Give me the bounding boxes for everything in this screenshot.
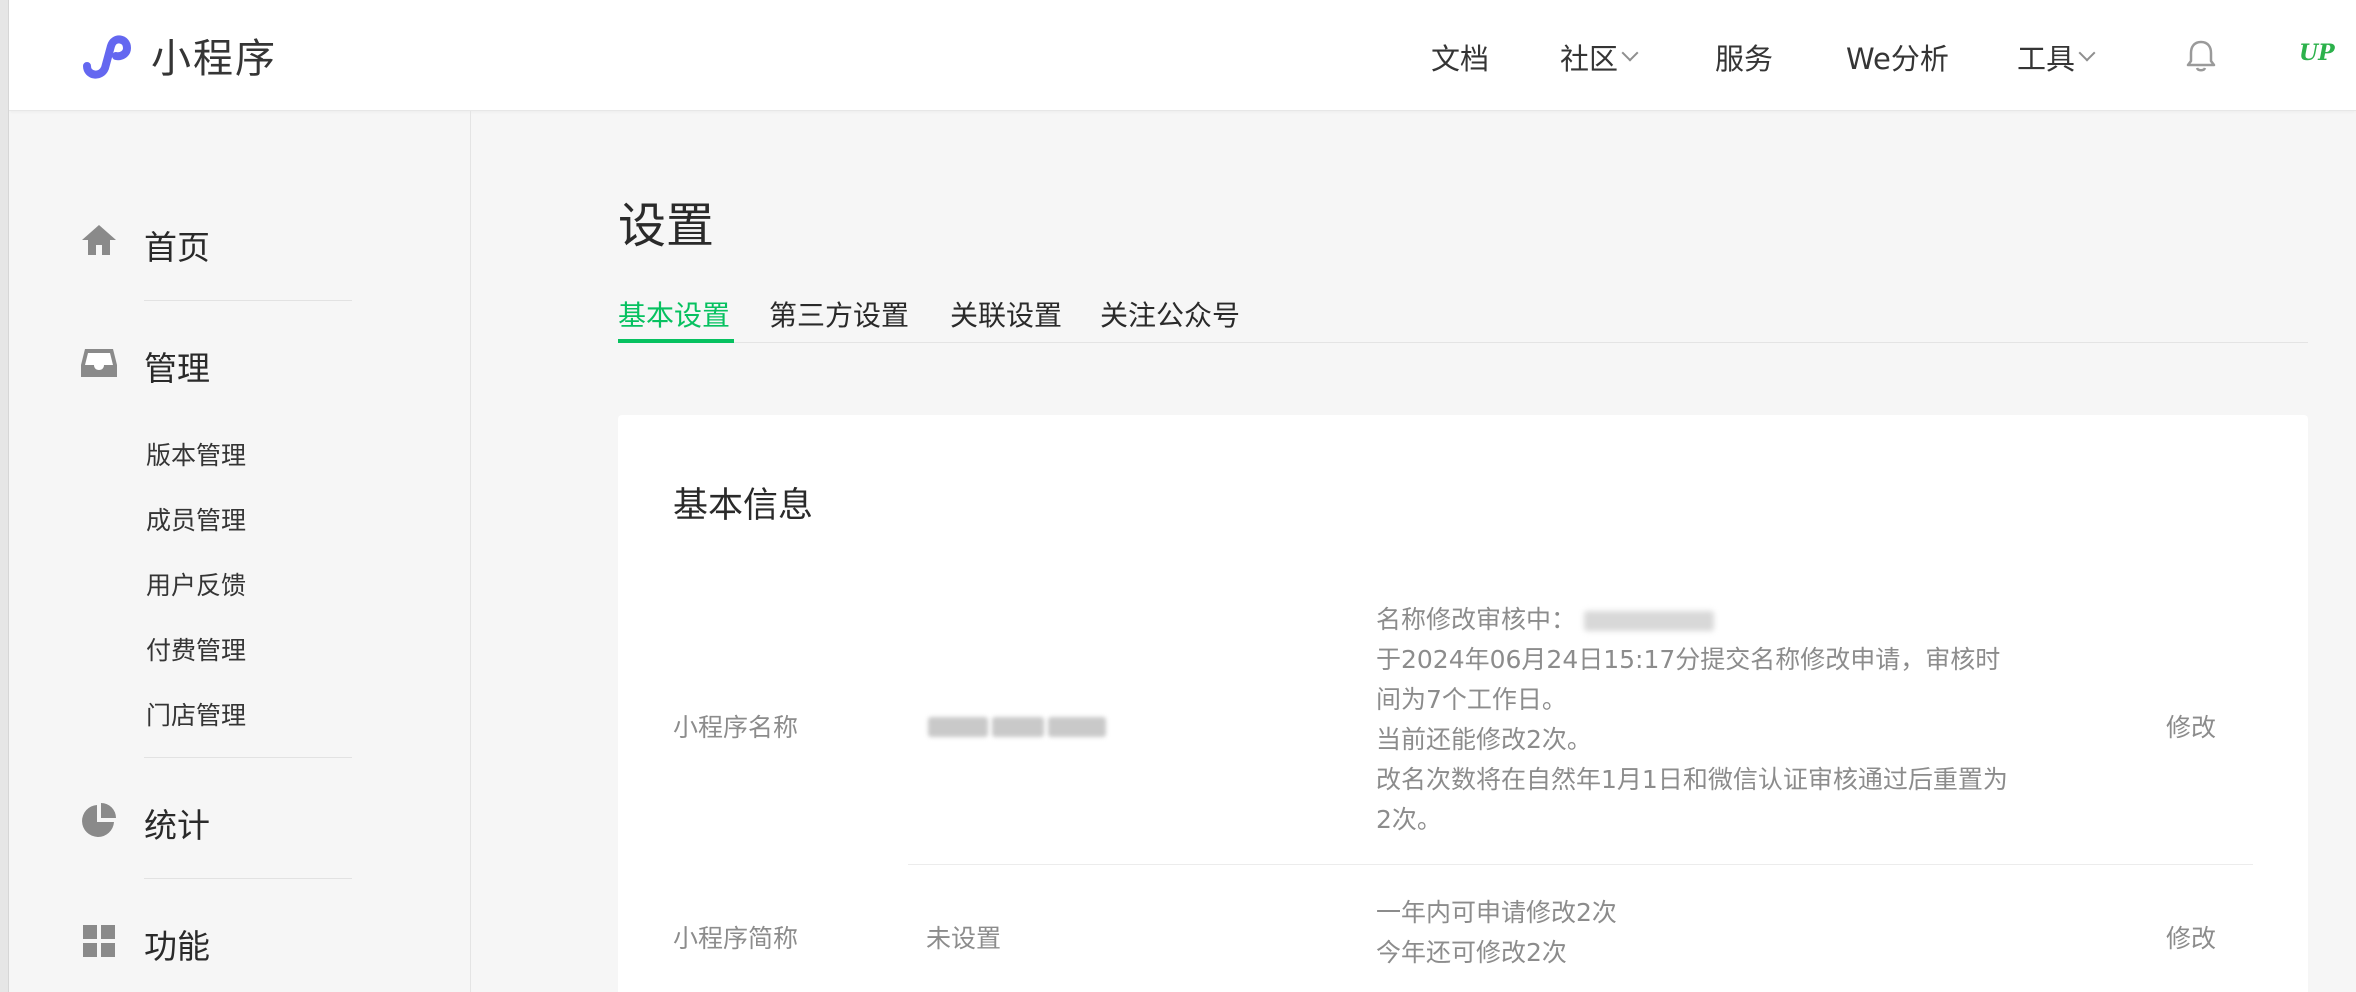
sidebar-item-home[interactable]: 首页 — [144, 221, 210, 269]
desc-line: 于2024年06月24日15:17分提交名称修改申请，审核时 — [1376, 645, 2001, 674]
nav-tools-label: 工具 — [2017, 42, 2076, 76]
avatar[interactable]: UP — [2299, 40, 2343, 72]
tab-basic-settings[interactable]: 基本设置 — [618, 294, 730, 334]
inbox-icon — [81, 349, 117, 377]
sidebar-divider — [144, 878, 352, 879]
row-label-short-name: 小程序简称 — [673, 924, 799, 953]
desc-line: 名称修改审核中： — [1376, 600, 2016, 640]
sidebar: 首页 管理 版本管理 成员管理 用户反馈 付费管理 门店管理 统计 功能 — [9, 111, 471, 992]
desc-line: 间为7个工作日。 — [1376, 685, 1567, 714]
bell-icon[interactable] — [2181, 36, 2221, 76]
nav-services[interactable]: 服务 — [1715, 36, 1773, 78]
top-navigation-bar: 小程序 文档 社区 服务 We分析 工具 UP — [9, 0, 2356, 111]
sidebar-item-payment-management[interactable]: 付费管理 — [146, 631, 246, 667]
tab-follow-official-account[interactable]: 关注公众号 — [1100, 294, 1240, 334]
sidebar-item-features[interactable]: 功能 — [144, 920, 210, 968]
sidebar-item-store-management[interactable]: 门店管理 — [146, 696, 246, 732]
miniprogram-logo-icon — [83, 35, 132, 79]
name-change-description: 名称修改审核中： 于2024年06月24日15:17分提交名称修改申请，审核时 … — [1376, 600, 2016, 840]
nav-tools[interactable]: 工具 — [2017, 36, 2096, 78]
avatar-text: UP — [2299, 40, 2335, 66]
page-title: 设置 — [618, 198, 715, 254]
desc-line: 今年还可修改2次 — [1376, 938, 1567, 967]
nav-community[interactable]: 社区 — [1560, 36, 1639, 78]
active-tab-indicator — [618, 339, 734, 343]
sidebar-divider — [144, 300, 352, 301]
row-divider — [908, 864, 2253, 865]
nav-community-label: 社区 — [1560, 42, 1619, 76]
short-name-value: 未设置 — [926, 924, 1002, 953]
nav-docs[interactable]: 文档 — [1431, 36, 1489, 78]
brand-name: 小程序 — [151, 36, 277, 82]
basic-info-card: 基本信息 小程序名称 名称修改审核中： 于2024年06月24日15:17分提交… — [618, 415, 2308, 992]
chevron-down-icon — [1621, 44, 1639, 62]
sidebar-item-manage[interactable]: 管理 — [144, 342, 210, 390]
desc-line: 一年内可申请修改2次 — [1376, 898, 1617, 927]
desc-line: 2次。 — [1376, 805, 1442, 834]
brand[interactable]: 小程序 — [79, 22, 277, 88]
row-label-name: 小程序名称 — [673, 713, 799, 742]
sidebar-item-member-management[interactable]: 成员管理 — [146, 501, 246, 537]
modify-name-link[interactable]: 修改 — [2166, 708, 2216, 744]
grid-icon — [83, 925, 115, 957]
sidebar-divider — [144, 757, 352, 758]
nav-services-label: 服务 — [1715, 42, 1774, 76]
window-edge — [0, 0, 9, 992]
settings-tabs: 基本设置 第三方设置 关联设置 关注公众号 — [618, 288, 2308, 343]
chevron-down-icon — [2078, 44, 2096, 62]
desc-line-text: 名称修改审核中： — [1376, 605, 1577, 634]
pending-name-redacted — [1584, 611, 1715, 631]
tab-third-party-settings[interactable]: 第三方设置 — [769, 294, 909, 334]
nav-we-analytics[interactable]: We分析 — [1846, 36, 1949, 78]
sidebar-item-user-feedback[interactable]: 用户反馈 — [146, 566, 246, 602]
desc-line: 改名次数将在自然年1月1日和微信认证审核通过后重置为 — [1376, 765, 2008, 794]
miniprogram-name-value-redacted — [928, 712, 1108, 742]
sidebar-item-stats[interactable]: 统计 — [144, 799, 210, 847]
pie-chart-icon — [82, 803, 116, 837]
short-name-description: 一年内可申请修改2次 今年还可修改2次 — [1376, 893, 2016, 973]
modify-short-name-link[interactable]: 修改 — [2166, 919, 2216, 955]
tab-linked-settings[interactable]: 关联设置 — [950, 294, 1062, 334]
card-title: 基本信息 — [673, 486, 814, 526]
sidebar-item-version-management[interactable]: 版本管理 — [146, 436, 246, 472]
home-icon — [82, 225, 116, 255]
nav-docs-label: 文档 — [1431, 42, 1490, 76]
nav-we-analytics-label: We分析 — [1846, 42, 1949, 76]
desc-line: 当前还能修改2次。 — [1376, 725, 1592, 754]
